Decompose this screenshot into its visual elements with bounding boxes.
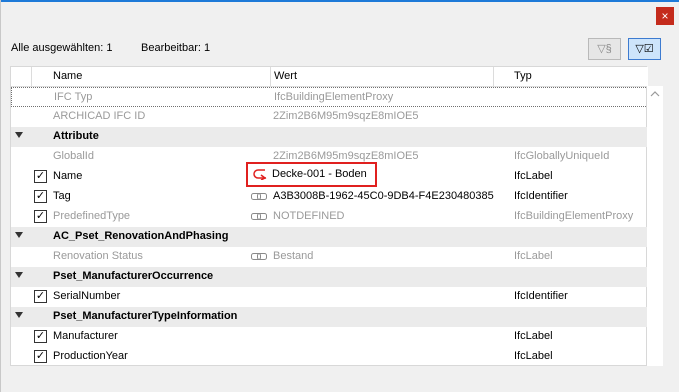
column-header-value[interactable]: Wert (274, 70, 297, 82)
table-row[interactable]: ✓ Tag A3B3008B-1962-45C0-9DB4-F4E230480385… (11, 187, 648, 207)
property-value[interactable]: Bestand (273, 250, 313, 262)
property-name: Renovation Status (53, 250, 143, 262)
table-row[interactable]: ✓ ProductionYear IfcLabel (11, 347, 648, 367)
header-separator (31, 67, 32, 87)
property-value[interactable]: IfcBuildingElementProxy (274, 91, 393, 103)
property-value[interactable]: A3B3008B-1962-45C0-9DB4-F4E230480385 (273, 190, 494, 202)
group-row[interactable]: Pset_ManufacturerOccurrence (11, 267, 648, 287)
group-label: Attribute (53, 130, 99, 142)
collapse-triangle-icon[interactable] (15, 272, 23, 278)
group-label: Pset_ManufacturerOccurrence (53, 270, 214, 282)
property-name: ProductionYear (53, 350, 128, 362)
property-table: Name Wert Typ IFC Typ IfcBuildingElementP… (10, 66, 648, 367)
editable-count-label: Bearbeitbar: 1 (141, 42, 211, 54)
property-type: IfcBuildingElementProxy (514, 210, 634, 222)
row-checkbox[interactable]: ✓ (34, 210, 47, 223)
ifc-properties-dialog: × Alle ausgewählten: 1 Bearbeitbar: 1 ▽§… (0, 0, 679, 392)
linked-value-icon (251, 191, 267, 202)
filter-paragraph-button[interactable]: ▽§ (588, 38, 621, 60)
row-checkbox[interactable]: ✓ (34, 190, 47, 203)
property-type: IfcLabel (514, 350, 553, 362)
row-checkbox[interactable]: ✓ (34, 350, 47, 363)
group-row[interactable]: AC_Pset_RenovationAndPhasing (11, 227, 648, 247)
table-row[interactable]: ✓ PredefinedType NOTDEFINED IfcBuildingElem… (11, 207, 648, 227)
scroll-up-icon[interactable] (650, 91, 660, 97)
selected-count-label: Alle ausgewählten: 1 (11, 42, 113, 54)
vertical-scrollbar[interactable] (647, 86, 663, 366)
table-row[interactable]: ARCHICAD IFC ID 2Zim2B6M95m9sqzE8mIOE5 (11, 107, 648, 127)
table-header: Name Wert Typ (11, 67, 648, 87)
property-name: Name (53, 170, 83, 182)
table-row[interactable]: Renovation Status Bestand IfcLabel (11, 247, 648, 267)
property-type: IfcIdentifier (514, 290, 568, 302)
close-button[interactable]: × (656, 7, 674, 25)
property-type: IfcIdentifier (514, 190, 568, 202)
property-type: IfcGloballyUniqueId (514, 150, 610, 162)
column-header-name[interactable]: Name (53, 70, 82, 82)
title-accent-line (1, 0, 679, 2)
property-name: ARCHICAD IFC ID (53, 110, 146, 122)
collapse-triangle-icon[interactable] (15, 132, 23, 138)
header-separator (270, 67, 271, 87)
name-value-highlight[interactable]: Decke-001 - Boden (246, 162, 377, 187)
column-header-type[interactable]: Typ (514, 70, 532, 82)
header-separator (493, 67, 494, 87)
table-row[interactable]: ✓ SerialNumber IfcIdentifier (11, 287, 648, 307)
name-value-text[interactable]: Decke-001 - Boden (272, 168, 367, 180)
property-value[interactable]: NOTDEFINED (273, 210, 345, 222)
property-name: IFC Typ (54, 91, 93, 103)
group-label: Pset_ManufacturerTypeInformation (53, 310, 238, 322)
filter-checked-button[interactable]: ▽☑ (628, 38, 661, 60)
row-checkbox[interactable]: ✓ (34, 330, 47, 343)
filter-paragraph-icon: ▽§ (597, 43, 612, 55)
property-name: Tag (53, 190, 71, 202)
linked-value-icon (251, 211, 267, 222)
property-value[interactable]: 2Zim2B6M95m9sqzE8mIOE5 (273, 110, 419, 122)
property-name: PredefinedType (53, 210, 131, 222)
title-bar: × (1, 0, 679, 32)
row-checkbox[interactable]: ✓ (34, 170, 47, 183)
property-name: Manufacturer (53, 330, 118, 342)
table-row[interactable]: ✓ Manufacturer IfcLabel (11, 327, 648, 347)
property-value[interactable]: 2Zim2B6M95m9sqzE8mIOE5 (273, 150, 419, 162)
property-type: IfcLabel (514, 250, 553, 262)
undo-icon[interactable] (252, 168, 268, 180)
property-type: IfcLabel (514, 170, 553, 182)
property-name: SerialNumber (53, 290, 121, 302)
collapse-triangle-icon[interactable] (15, 232, 23, 238)
property-name: GlobalId (53, 150, 94, 162)
row-checkbox[interactable]: ✓ (34, 290, 47, 303)
table-row[interactable]: IFC Typ IfcBuildingElementProxy (11, 87, 648, 107)
linked-value-icon (251, 251, 267, 262)
group-label: AC_Pset_RenovationAndPhasing (53, 230, 229, 242)
group-row[interactable]: Attribute (11, 127, 648, 147)
property-type: IfcLabel (514, 330, 553, 342)
filter-checked-icon: ▽☑ (635, 43, 654, 55)
collapse-triangle-icon[interactable] (15, 312, 23, 318)
group-row[interactable]: Pset_ManufacturerTypeInformation (11, 307, 648, 327)
